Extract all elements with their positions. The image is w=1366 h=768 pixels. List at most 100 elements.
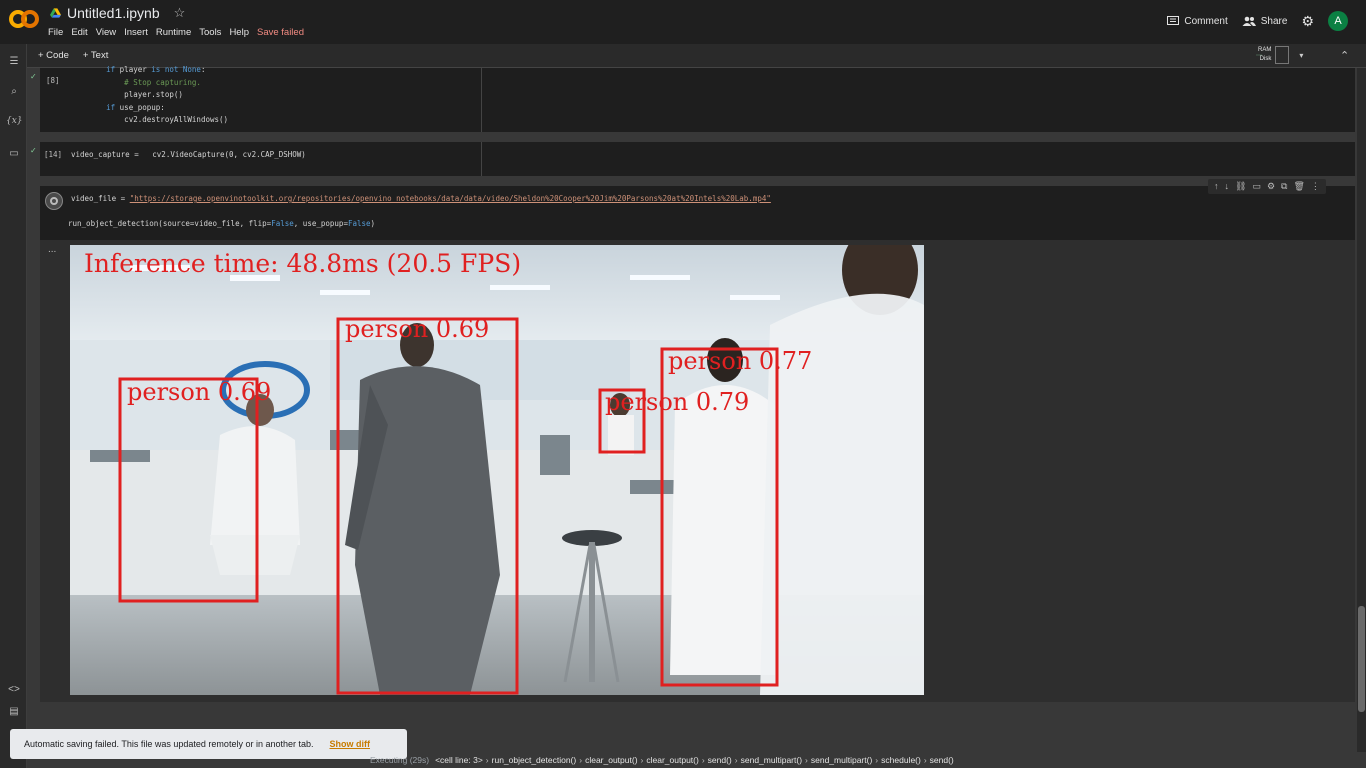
toast-message: Automatic saving failed. This file was u… bbox=[24, 739, 314, 749]
resources-indicator[interactable]: ⋯ RAM Disk ▾ bbox=[1256, 46, 1303, 64]
mirror-cell-icon[interactable]: ⧉ bbox=[1281, 181, 1287, 192]
connected-check-icon: ⋯ bbox=[1256, 53, 1262, 59]
detection-label: person 0.69 bbox=[345, 315, 489, 343]
comment-icon bbox=[1167, 15, 1180, 25]
detection-label: person 0.69 bbox=[127, 378, 271, 406]
settings-gear-icon[interactable]: ⚙ bbox=[1267, 181, 1275, 192]
chevron-right-icon: › bbox=[734, 755, 738, 765]
spinner-icon bbox=[50, 197, 58, 205]
code-text: video_file = bbox=[71, 194, 130, 203]
resource-graph bbox=[1275, 46, 1290, 64]
variables-icon[interactable]: {x} bbox=[6, 116, 23, 126]
share-label: Share bbox=[1260, 15, 1288, 27]
running-code-cell[interactable]: ↑ ↓ ⛓ ▭ ⚙ ⧉ 🗑 ⋮ video_file = "https://st… bbox=[40, 179, 1355, 240]
call-stack-item[interactable]: send_multipart() bbox=[741, 755, 802, 765]
call-stack-item[interactable]: clear_output() bbox=[646, 755, 698, 765]
left-sidebar: ☰ ⌕ {x} ▭ <> ▤ ▯ bbox=[0, 44, 27, 768]
menu-runtime[interactable]: Runtime bbox=[156, 27, 196, 38]
execution-count: [14] bbox=[44, 150, 63, 159]
video-url-link[interactable]: "https://storage.openvinotoolkit.org/rep… bbox=[130, 194, 771, 203]
comment-label: Comment bbox=[1184, 15, 1228, 27]
comment-icon[interactable]: ▭ bbox=[1252, 181, 1261, 192]
video-frame: Inference time: 48.8ms (20.5 FPS) person… bbox=[70, 245, 924, 695]
call-stack-item[interactable]: run_object_detection() bbox=[492, 755, 577, 765]
share-button[interactable]: Share bbox=[1242, 15, 1288, 27]
search-icon[interactable]: ⌕ bbox=[6, 86, 22, 97]
scrollbar-thumb[interactable] bbox=[1358, 606, 1365, 712]
add-text-button[interactable]: + Text bbox=[83, 50, 108, 61]
call-stack-item[interactable]: send() bbox=[930, 755, 954, 765]
inference-time-text: Inference time: 48.8ms (20.5 FPS) bbox=[84, 249, 521, 278]
chevron-right-icon: › bbox=[701, 755, 705, 765]
call-stack-item[interactable]: schedule() bbox=[881, 755, 921, 765]
code-line[interactable]: run_object_detection(source=video_file, … bbox=[68, 219, 375, 228]
call-stack-item[interactable]: send() bbox=[708, 755, 732, 765]
command-palette-icon[interactable]: ▤ bbox=[6, 706, 22, 717]
cell-divider bbox=[481, 142, 482, 176]
move-down-icon[interactable]: ↓ bbox=[1225, 181, 1230, 192]
menu-bar: File Edit View Insert Runtime Tools Help… bbox=[48, 27, 312, 38]
menu-file[interactable]: File bbox=[48, 27, 68, 38]
code-text: ) bbox=[370, 219, 376, 228]
chevron-right-icon: › bbox=[579, 755, 583, 765]
cell-divider bbox=[481, 68, 482, 132]
code-cell[interactable]: [14] video_capture = cv2.VideoCapture(0,… bbox=[40, 142, 1355, 176]
share-people-icon bbox=[1242, 16, 1256, 26]
table-of-contents-icon[interactable]: ☰ bbox=[6, 56, 22, 67]
code-snippets-icon[interactable]: <> bbox=[6, 684, 22, 695]
chevron-right-icon: › bbox=[640, 755, 644, 765]
chevron-right-icon: › bbox=[923, 755, 927, 765]
menu-edit[interactable]: Edit bbox=[71, 27, 92, 38]
chevron-down-icon[interactable]: ▾ bbox=[1299, 51, 1303, 60]
call-stack-item[interactable]: <cell line: 3> bbox=[435, 755, 483, 765]
save-status[interactable]: Save failed bbox=[257, 27, 309, 38]
app-header: Untitled1.ipynb ☆ File Edit View Insert … bbox=[0, 0, 1366, 44]
show-diff-button[interactable]: Show diff bbox=[330, 739, 371, 749]
avatar[interactable]: A bbox=[1328, 11, 1348, 31]
stop-execution-button[interactable] bbox=[45, 192, 63, 210]
comment-button[interactable]: Comment bbox=[1167, 15, 1228, 27]
cell-executed-check-icon: ✓ bbox=[30, 146, 37, 155]
notebook-title[interactable]: Untitled1.ipynb bbox=[67, 5, 160, 21]
detection-label: person 0.77 bbox=[668, 347, 812, 375]
code-line: cv2.destroyAllWindows() bbox=[70, 115, 229, 125]
colab-logo-icon[interactable] bbox=[9, 9, 39, 29]
cell-executed-check-icon: ✓ bbox=[30, 72, 37, 81]
autosave-failed-toast: Automatic saving failed. This file was u… bbox=[10, 729, 407, 759]
code-line: if player is not None: bbox=[70, 65, 206, 74]
code-text: False bbox=[271, 219, 294, 228]
status-bar: Executing (29s) <cell line: 3> › run_obje… bbox=[370, 752, 954, 768]
collapse-header-icon[interactable]: ⌃ bbox=[1340, 49, 1349, 62]
delete-trash-icon[interactable]: 🗑 bbox=[1293, 181, 1304, 192]
code-text: , use_popup= bbox=[293, 219, 348, 228]
chevron-right-icon: › bbox=[805, 755, 808, 765]
menu-view[interactable]: View bbox=[96, 27, 121, 38]
files-folder-icon[interactable]: ▭ bbox=[6, 148, 22, 159]
menu-insert[interactable]: Insert bbox=[124, 27, 153, 38]
code-line: player.stop() bbox=[70, 90, 183, 100]
more-vert-icon[interactable]: ⋮ bbox=[1311, 181, 1320, 192]
settings-gear-icon[interactable]: ⚙ bbox=[1301, 13, 1314, 30]
cell-source[interactable]: if player is not None: # Stop capturing.… bbox=[70, 64, 228, 127]
executing-status: Executing (29s) bbox=[370, 755, 430, 765]
detection-label: person 0.79 bbox=[605, 388, 749, 416]
cell-source[interactable]: video_capture = cv2.VideoCapture(0, cv2.… bbox=[71, 150, 306, 159]
menu-tools[interactable]: Tools bbox=[199, 27, 226, 38]
output-menu-icon[interactable]: ... bbox=[48, 244, 56, 255]
code-cell[interactable]: [8] if player is not None: # Stop captur… bbox=[40, 65, 1355, 132]
chevron-right-icon: › bbox=[485, 755, 489, 765]
notebook-area: ✓ [8] if player is not None: # Stop capt… bbox=[28, 65, 1358, 748]
move-up-icon[interactable]: ↑ bbox=[1214, 181, 1219, 192]
code-line[interactable]: video_file = "https://storage.openvinoto… bbox=[71, 194, 771, 203]
star-icon[interactable]: ☆ bbox=[174, 5, 186, 21]
drive-icon[interactable] bbox=[50, 8, 61, 18]
add-code-button[interactable]: + Code bbox=[38, 50, 69, 61]
link-icon[interactable]: ⛓ bbox=[1235, 181, 1246, 192]
cell-toolbar: ↑ ↓ ⛓ ▭ ⚙ ⧉ 🗑 ⋮ bbox=[1208, 179, 1326, 194]
call-stack-item[interactable]: send_multipart() bbox=[811, 755, 872, 765]
call-stack-item[interactable]: clear_output() bbox=[585, 755, 637, 765]
code-line: if use_popup: bbox=[70, 102, 165, 112]
menu-help[interactable]: Help bbox=[229, 27, 254, 38]
code-text: run_object_detection(source=video_file, … bbox=[68, 219, 272, 228]
execution-count: [8] bbox=[46, 76, 60, 85]
